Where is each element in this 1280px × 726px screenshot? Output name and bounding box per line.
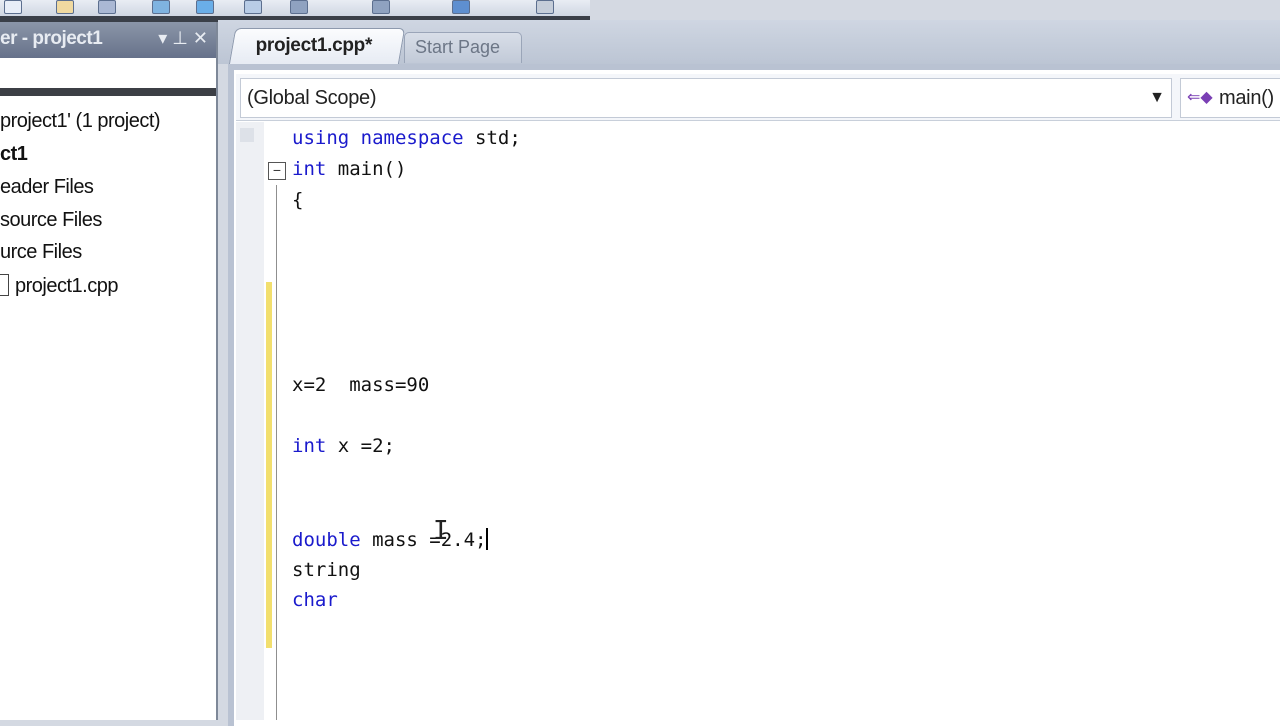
- tree-item-header-files[interactable]: eader Files: [0, 176, 94, 199]
- tree-item-label: eader Files: [0, 176, 94, 198]
- scope-value: (Global Scope): [247, 87, 377, 109]
- code-line[interactable]: x=2 mass=90: [292, 374, 429, 396]
- solution-explorer-header: er - project1 ▾ ⊥ ✕: [0, 22, 216, 58]
- text-caret: [486, 528, 489, 550]
- code-line[interactable]: using namespace std;: [292, 127, 521, 149]
- code-keyword: char: [292, 589, 338, 611]
- undo-icon[interactable]: [290, 0, 308, 14]
- redo-icon[interactable]: [372, 0, 390, 14]
- member-value: main(): [1219, 87, 1274, 109]
- tab-label: project1.cpp*: [255, 35, 373, 56]
- code-text: string: [292, 559, 361, 581]
- cut-icon[interactable]: [152, 0, 170, 14]
- editor-gutter: [236, 122, 264, 720]
- new-icon[interactable]: [4, 0, 22, 14]
- debug-icon[interactable]: [452, 0, 470, 14]
- tab-project1-cpp[interactable]: project1.cpp*: [228, 28, 406, 65]
- solution-explorer-title: er - project1: [0, 28, 103, 49]
- code-text: x=2 mass=90: [292, 374, 430, 396]
- tree-item-project[interactable]: ct1: [0, 143, 28, 166]
- tree-item-label: project1' (1 project): [0, 110, 161, 132]
- code-line[interactable]: double mass =2.4;: [292, 528, 489, 551]
- code-keyword: double: [292, 529, 361, 551]
- save-icon[interactable]: [98, 0, 116, 14]
- breakpoint-margin-marker: [240, 128, 254, 142]
- code-keyword: int: [292, 435, 327, 457]
- paste-icon[interactable]: [244, 0, 262, 14]
- code-text: x =2;: [326, 435, 395, 457]
- collapse-icon[interactable]: −: [268, 162, 286, 180]
- code-keyword: namespace: [360, 127, 464, 149]
- code-text: mass =2.4;: [360, 529, 487, 551]
- member-dropdown[interactable]: ⇐◆ main(): [1180, 78, 1280, 118]
- change-tracking-bar: [266, 282, 272, 648]
- chevron-down-icon[interactable]: ▼: [1149, 89, 1165, 107]
- method-icon: ⇐◆: [1187, 89, 1213, 106]
- tree-item-label: source Files: [0, 209, 102, 231]
- outline-line: [276, 185, 277, 720]
- pin-icon[interactable]: ▾ ⊥ ✕: [158, 28, 208, 49]
- code-keyword: using: [292, 127, 350, 149]
- code-line[interactable]: int x =2;: [292, 435, 395, 457]
- find-icon[interactable]: [536, 0, 554, 14]
- code-line[interactable]: char: [292, 589, 338, 611]
- code-text: {: [292, 189, 304, 211]
- tab-start-page[interactable]: Start Page: [404, 32, 522, 63]
- code-keyword: int: [292, 158, 327, 180]
- copy-icon[interactable]: [196, 0, 214, 14]
- tab-label: Start Page: [415, 37, 501, 57]
- tree-item-label: urce Files: [0, 241, 82, 263]
- ibeam-cursor-icon: I: [433, 516, 449, 546]
- tree-item-project1-cpp[interactable]: project1.cpp: [0, 274, 118, 298]
- cpp-file-icon: [0, 274, 9, 296]
- tree-item-source-files[interactable]: urce Files: [0, 241, 82, 264]
- code-text: std;: [463, 127, 521, 149]
- solution-explorer-toolbar: [0, 58, 216, 96]
- code-line[interactable]: string: [292, 559, 361, 581]
- tree-item-resource-files[interactable]: source Files: [0, 209, 102, 232]
- open-icon[interactable]: [56, 0, 74, 14]
- scope-dropdown[interactable]: (Global Scope) ▼: [240, 78, 1172, 118]
- code-line[interactable]: int main(): [292, 158, 406, 180]
- code-line[interactable]: {: [292, 189, 303, 211]
- code-text: main(): [326, 158, 407, 180]
- tree-item-label: project1.cpp: [15, 275, 118, 297]
- tree-item-label: ct1: [0, 143, 28, 165]
- tree-item-solution[interactable]: project1' (1 project): [0, 110, 161, 133]
